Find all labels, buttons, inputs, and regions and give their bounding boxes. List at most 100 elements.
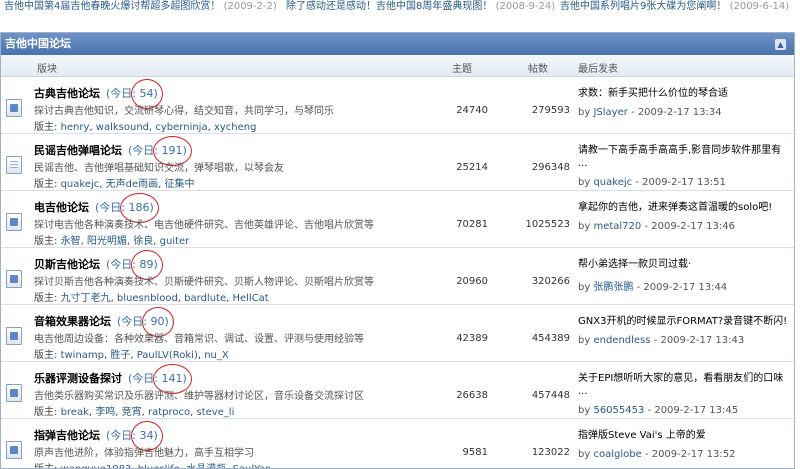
last-post-link[interactable]: 拿起你的吉他，进来弹奏这首温暖的solo吧! [578,201,793,214]
moderator-link[interactable]: bluesnblood [117,293,178,304]
last-post-link[interactable]: 求数：新手买把什么价位的琴合适 [578,87,793,100]
moderator-link[interactable]: xycheng [214,122,257,133]
announcement-link[interactable]: 吉他中国系列唱片9张大碟为您阐啊！ [560,1,726,12]
last-post-time: 2009-2-17 13:52 [651,449,736,460]
moderator-link[interactable]: HellCat [232,293,268,304]
post-count: 457448 [531,390,570,401]
moderator-link[interactable]: PaulLV(Roki) [137,350,198,361]
post-count: 296348 [531,162,570,173]
last-post-link[interactable]: 关于EPI想听听大家的意见，看看朋友们的口味 ... [578,372,793,398]
post-count: 279593 [531,105,570,116]
last-post-user-link[interactable]: 张鹏张鹏 [593,282,633,293]
last-post-link[interactable]: 帮小弟选择一款贝司过载· [578,258,793,271]
moderators-label: 版主: [34,407,61,418]
announcement-date: (2008-9-24) [495,1,556,12]
announcement-2[interactable]: 除了感动还是感动！吉他中国8周年盛典现图！ (2008-9-24) [286,0,555,12]
forum-name-link[interactable]: 贝斯吉他论坛 [34,258,100,271]
announcement-link[interactable]: 除了感动还是感动！吉他中国8周年盛典现图！ [286,1,492,12]
forum-row: 民谣吉他弹唱论坛 (今日: 191) 民谣吉他、吉他弹唱基础知识交流，弹琴唱歌，以… [1,134,794,191]
last-post: 拿起你的吉他，进来弹奏这首温暖的solo吧! by metal720 - 200… [578,201,793,232]
moderator-link[interactable]: ratproco [148,407,190,418]
moderator-link[interactable]: 李鸣 [95,407,115,418]
forum-title-line: 电吉他论坛 (今日: 186) [34,193,159,223]
topic-count: 20960 [456,276,488,287]
moderator-link[interactable]: bardlute [184,293,226,304]
forum-description: 吉他类乐器购买常识及乐器评测、维护等器材讨论区，音乐设备交流探讨区 [34,391,364,402]
last-post-link[interactable]: GNX3开机的时候显示FORMAT?录音键不断闪! [578,315,793,328]
moderator-link[interactable]: cyberninja [155,122,207,133]
by-label: by [578,449,594,460]
last-post-user-link[interactable]: metal720 [593,221,641,232]
post-count: 123022 [531,447,570,458]
moderator-link[interactable]: 永智 [61,236,81,247]
col-posts: 帖数 [528,64,548,75]
last-post: 帮小弟选择一款贝司过载· by 张鹏张鹏 - 2009-2-17 13:44 [578,258,793,293]
moderator-link[interactable]: blueslife [138,464,180,468]
moderator-link[interactable]: 胜子 [110,350,130,361]
moderator-link[interactable]: quakejc [61,179,100,190]
moderator-link[interactable]: guiter [160,236,190,247]
moderator-link[interactable]: walksound [96,122,149,133]
moderator-link[interactable]: break [61,407,89,418]
moderator-link[interactable]: steve_li [196,407,234,418]
moderator-link[interactable]: twinamp [61,350,104,361]
forum-name-link[interactable]: 民谣吉他弹唱论坛 [34,144,122,157]
forum-name-link[interactable]: 指弹吉他论坛 [34,429,100,442]
moderator-link[interactable]: 九寸丁老九 [61,293,111,304]
moderator-link[interactable]: 竞宵 [122,407,142,418]
last-post-time: 2009-2-17 13:51 [642,177,726,188]
moderators: 版主: 永智, 阳光明媚, 徐良, guiter [34,236,190,247]
last-post-user-link[interactable]: coalglobe [593,449,641,460]
separator: - [633,282,644,293]
forum-status-icon [6,99,22,117]
forum-name-link[interactable]: 音箱效果器论坛 [34,315,111,328]
last-post-link[interactable]: 指弹版Steve Vai's 上帝的爱 [578,429,793,442]
forum-name-link[interactable]: 电吉他论坛 [34,201,89,214]
moderator-link[interactable]: 徐良 [133,236,153,247]
topic-count: 42389 [456,333,488,344]
forum-row: 指弹吉他论坛(今日: 34) 原声吉他进阶，体验指弹吉他魅力，高手互相学习 版主… [1,419,794,468]
forum-row: 乐器评测设备探讨 (今日: 141) 吉他类乐器购买常识及乐器评测、维护等器材讨论… [1,362,794,419]
announcement-3[interactable]: 吉他中国系列唱片9张大碟为您阐啊！ (2009-6-14) [560,0,789,12]
forum-description: 民谣吉他、吉他弹唱基础知识交流，弹琴唱歌，以琴会友 [34,163,284,174]
forum-name-link[interactable]: 乐器评测设备探讨 [34,372,122,385]
last-post-time: 2009-2-17 13:34 [637,107,722,118]
moderator-link[interactable]: 无声de雨画 [106,179,159,190]
col-last-post: 最后发表 [578,64,618,75]
chevron-up-icon[interactable]: ▲ [775,39,786,50]
moderators: 版主: break, 李鸣, 竞宵, ratproco, steve_li [34,407,235,418]
column-header: 版块 主题 帖数 最后发表 [1,55,794,77]
last-post-user-link[interactable]: endendless [593,335,650,346]
category-title[interactable]: 吉他中国论坛 [5,37,71,50]
announcement-date: (2009-6-14) [729,1,790,12]
forum-list: 古典吉他论坛 (今日: 54) 探讨古典吉他知识，交流研琴心得，结交知音，共同学习… [1,77,794,468]
last-post-time: 2009-2-17 13:43 [660,335,745,346]
by-label: by [578,335,594,346]
moderator-link[interactable]: 水晶灌瓶 [186,464,226,468]
announcement-bar: 吉他中国第4届吉他春晚火爆讨帮超多超图欣赏！ (2009-2-2) 除了感动还是… [0,0,800,14]
last-post-user-link[interactable]: quakejc [593,177,632,188]
moderator-link[interactable]: 阳光明媚 [87,236,127,247]
moderators: 版主: twinamp, 胜子, PaulLV(Roki), nu_X [34,350,229,361]
last-post-link[interactable]: 请教一下高手高手高高手,影音同步软件那里有 ... [578,144,793,170]
announcement-link[interactable]: 吉他中国第4届吉他春晚火爆讨帮超多超图欣赏！ [4,1,220,12]
last-post-meta: by JSlayer - 2009-2-17 13:34 [578,107,793,118]
moderator-link[interactable]: wangyue1983 [61,464,132,468]
separator: - [644,405,655,416]
category-header: 吉他中国论坛 ▲ [1,33,794,55]
moderator-link[interactable]: SaulYan [233,464,272,468]
last-post-time: 2009-2-17 13:46 [651,221,735,232]
post-count: 1025523 [525,219,570,230]
last-post: 求数：新手买把什么价位的琴合适 by JSlayer - 2009-2-17 1… [578,87,793,118]
announcement-1[interactable]: 吉他中国第4届吉他春晚火爆讨帮超多超图欣赏！ (2009-2-2) [4,0,277,12]
by-label: by [578,107,594,118]
moderator-link[interactable]: nu_X [204,350,229,361]
moderators-label: 版主: [34,464,61,468]
moderator-link[interactable]: 征集中 [164,179,194,190]
by-label: by [578,282,594,293]
forum-name-link[interactable]: 古典吉他论坛 [34,87,100,100]
moderator-link[interactable]: henry [61,122,90,133]
last-post-user-link[interactable]: 56055453 [593,405,644,416]
last-post-user-link[interactable]: JSlayer [593,107,627,118]
last-post-time: 2009-2-17 13:44 [643,282,728,293]
